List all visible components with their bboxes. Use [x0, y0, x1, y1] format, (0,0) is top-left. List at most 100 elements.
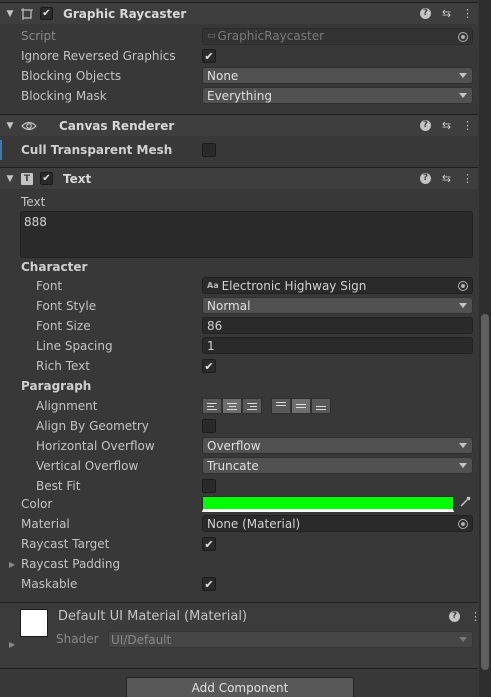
font-style-row: Font Style Normal	[0, 296, 478, 316]
help-icon[interactable]: ?	[419, 118, 432, 132]
field-label: Vertical Overflow	[36, 459, 139, 473]
section-header: Character	[21, 260, 88, 274]
fold-closed-icon[interactable]: ▶	[9, 560, 15, 569]
graphic-raycaster-header[interactable]: ▼ ✔ Graphic Raycaster ? ⇆ ⋮	[0, 2, 478, 24]
vertical-overflow-row: Vertical Overflow Truncate	[0, 456, 478, 476]
context-menu-icon[interactable]: ⋮	[461, 118, 474, 132]
field-label: Blocking Mask	[21, 89, 107, 103]
presets-icon[interactable]: ⇆	[440, 6, 453, 20]
text-label-row: Text	[0, 192, 478, 212]
fold-closed-icon[interactable]: ▶	[9, 640, 15, 649]
rich-text-checkbox[interactable]: ✔	[202, 359, 216, 373]
cull-transparent-checkbox[interactable]	[202, 143, 216, 157]
eye-icon	[21, 118, 37, 134]
fold-open-icon[interactable]: ▼	[3, 174, 17, 184]
align-left-button[interactable]	[202, 398, 222, 414]
presets-icon[interactable]: ⇆	[440, 171, 453, 185]
font-size-input[interactable]: 86	[202, 317, 473, 334]
horizontal-overflow-dropdown[interactable]: Overflow	[202, 437, 473, 454]
color-swatch[interactable]	[202, 496, 454, 512]
font-field[interactable]: Aa Electronic Highway Sign	[202, 277, 473, 294]
text-input[interactable]: 888	[20, 211, 473, 258]
field-label: Align By Geometry	[36, 419, 149, 433]
chevron-down-icon	[459, 463, 467, 468]
field-label: Font	[36, 279, 63, 293]
align-bottom-button[interactable]	[311, 398, 331, 414]
field-label: Script	[21, 29, 56, 43]
blocking-mask-dropdown[interactable]: Everything	[202, 87, 473, 104]
raycast-target-row: Raycast Target ✔	[0, 534, 478, 554]
align-right-button[interactable]	[242, 398, 262, 414]
component-title: Graphic Raycaster	[63, 6, 187, 21]
field-label: Text	[21, 195, 46, 209]
vertical-alignment-group	[271, 398, 331, 414]
canvas-renderer-header[interactable]: ▼ Canvas Renderer ? ⇆ ⋮	[0, 114, 478, 136]
align-center-button[interactable]	[222, 398, 242, 414]
field-label: Horizontal Overflow	[36, 439, 155, 453]
field-label: Cull Transparent Mesh	[21, 143, 173, 157]
eyedropper-icon[interactable]	[457, 496, 473, 512]
help-icon[interactable]: ?	[419, 6, 432, 20]
help-icon[interactable]: ?	[448, 609, 461, 623]
shader-dropdown: UI/Default	[108, 631, 473, 648]
blocking-mask-row: Blocking Mask Everything	[0, 86, 478, 106]
raycaster-enabled-checkbox[interactable]: ✔	[40, 7, 53, 20]
field-label: Alignment	[36, 399, 98, 413]
font-style-dropdown[interactable]: Normal	[202, 297, 473, 314]
fold-open-icon[interactable]: ▼	[3, 9, 17, 19]
field-label: Raycast Target	[21, 537, 110, 551]
chevron-down-icon	[459, 443, 467, 448]
add-component-button[interactable]: Add Component	[126, 677, 354, 697]
best-fit-row: Best Fit	[0, 476, 478, 496]
presets-icon[interactable]: ⇆	[440, 118, 453, 132]
context-menu-icon[interactable]: ⋮	[461, 171, 474, 185]
line-spacing-input[interactable]: 1	[202, 337, 473, 354]
context-menu-icon[interactable]: ⋮	[461, 6, 474, 20]
field-label: Rich Text	[36, 359, 90, 373]
object-picker-icon[interactable]	[458, 519, 468, 529]
cull-transparent-row: Cull Transparent Mesh	[0, 140, 478, 160]
ignore-reversed-checkbox[interactable]: ✔	[202, 49, 216, 63]
shader-label: Shader	[56, 632, 99, 646]
section-header: Paragraph	[21, 379, 92, 393]
font-row: Font Aa Electronic Highway Sign	[0, 276, 478, 296]
text-header[interactable]: ▼ T ✔ Text ? ⇆ ⋮	[0, 167, 478, 189]
component-title: Canvas Renderer	[59, 118, 175, 133]
vertical-overflow-dropdown[interactable]: Truncate	[202, 457, 473, 474]
align-middle-button[interactable]	[291, 398, 311, 414]
component-title: Text	[63, 171, 92, 186]
ignore-reversed-row: Ignore Reversed Graphics ✔	[0, 46, 478, 66]
chevron-down-icon	[459, 73, 467, 78]
raycaster-icon	[19, 6, 35, 22]
divider	[0, 668, 478, 669]
align-top-button[interactable]	[271, 398, 291, 414]
chevron-down-icon	[459, 637, 467, 642]
best-fit-checkbox[interactable]	[202, 479, 216, 493]
raycast-padding-row[interactable]: ▶ Raycast Padding	[0, 554, 478, 574]
blocking-objects-row: Blocking Objects None	[0, 66, 478, 86]
rich-text-row: Rich Text ✔	[0, 356, 478, 376]
raycast-target-checkbox[interactable]: ✔	[202, 537, 216, 551]
text-enabled-checkbox[interactable]: ✔	[40, 172, 53, 185]
field-label: Font Size	[36, 319, 91, 333]
object-picker-icon[interactable]	[458, 281, 468, 291]
line-spacing-row: Line Spacing 1	[0, 336, 478, 356]
field-label: Best Fit	[36, 479, 81, 493]
material-field[interactable]: None (Material)	[202, 515, 473, 532]
align-by-geometry-checkbox[interactable]	[202, 419, 216, 433]
field-label: Raycast Padding	[21, 557, 121, 571]
material-row: Material None (Material)	[0, 514, 478, 534]
object-picker-icon	[458, 31, 468, 42]
horizontal-overflow-row: Horizontal Overflow Overflow	[0, 436, 478, 456]
horizontal-alignment-group	[202, 398, 262, 414]
field-label: Color	[21, 497, 53, 511]
blocking-objects-dropdown[interactable]: None	[202, 67, 473, 84]
fold-open-icon[interactable]: ▼	[3, 121, 17, 131]
maskable-checkbox[interactable]: ✔	[202, 577, 216, 591]
field-label: Maskable	[21, 577, 78, 591]
help-icon[interactable]: ?	[419, 171, 432, 185]
scrollbar-thumb[interactable]	[481, 314, 489, 670]
maskable-row: Maskable ✔	[0, 574, 478, 594]
font-size-row: Font Size 86	[0, 316, 478, 336]
script-row: Script ▭ GraphicRaycaster	[0, 26, 478, 46]
